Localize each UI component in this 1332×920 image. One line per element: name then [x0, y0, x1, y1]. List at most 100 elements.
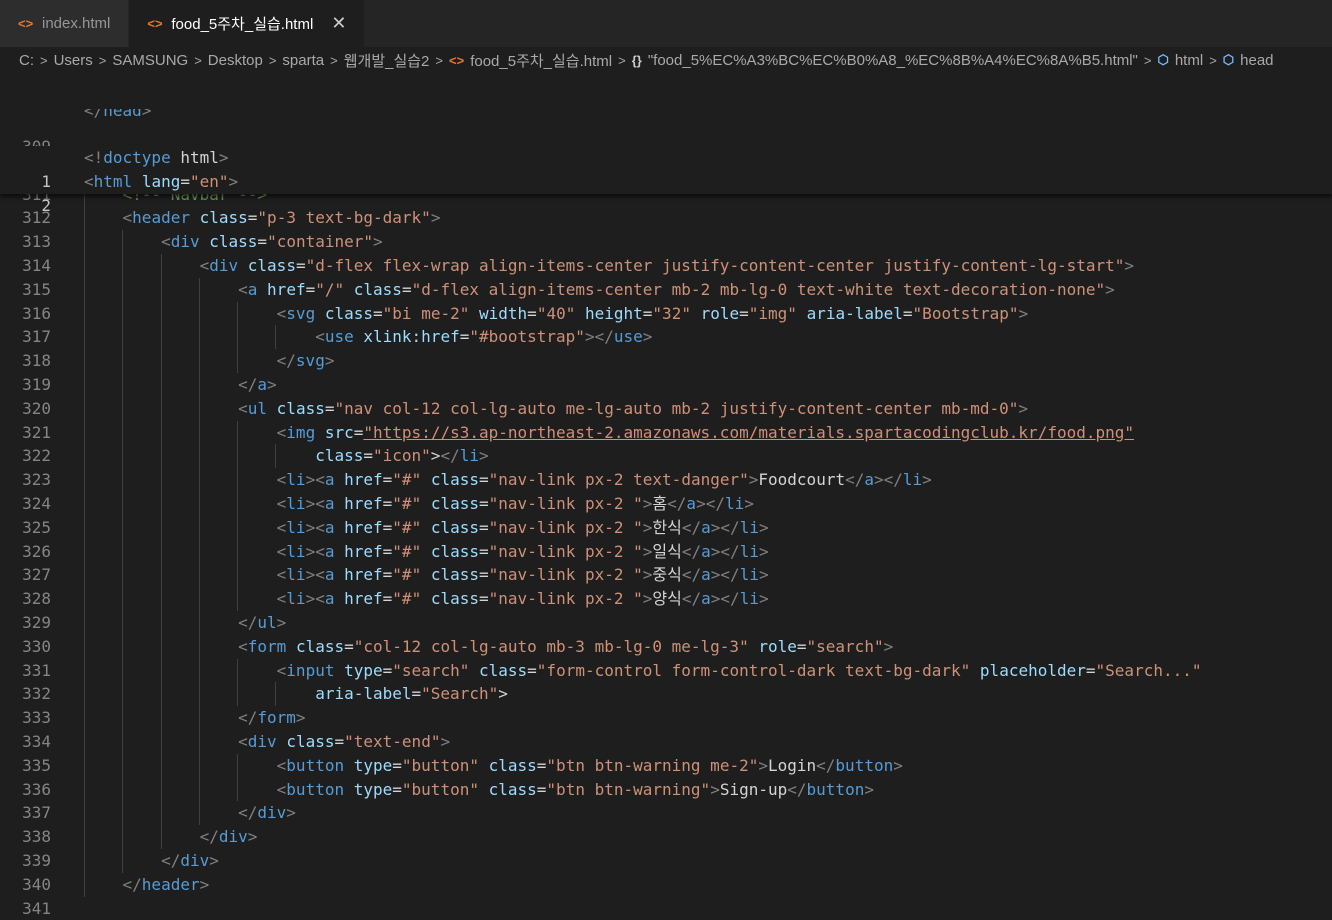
- line-number: 337: [22, 803, 51, 823]
- line-number: 329: [22, 612, 51, 632]
- code-text: <header class="p-3 text-bg-dark">: [122, 208, 441, 228]
- chevron-right-icon: >: [618, 52, 626, 68]
- code-line[interactable]: 328 <li><a href="#" class="nav-link px-2…: [0, 587, 1332, 611]
- breadcrumb-item-sparta[interactable]: sparta: [282, 52, 324, 69]
- line-number: 318: [22, 351, 51, 371]
- code-text: <a href="/" class="d-flex align-items-ce…: [238, 279, 1115, 299]
- code-line[interactable]: 334 <div class="text-end">: [0, 729, 1332, 754]
- code-line[interactable]: 323 <li><a href="#" class="nav-link px-2…: [0, 468, 1332, 492]
- code-line[interactable]: 336 <button type="button" class="btn btn…: [0, 777, 1332, 802]
- code-text: <input type="search" class="form-control…: [276, 660, 1202, 680]
- breadcrumb-item-head[interactable]: head: [1240, 52, 1273, 69]
- code-text: </a>: [238, 374, 277, 394]
- code-text: </head>: [84, 109, 152, 120]
- code-text: </div>: [161, 850, 219, 870]
- line-number: 339: [22, 850, 51, 870]
- close-icon[interactable]: ✕: [331, 13, 346, 34]
- chevron-right-icon: >: [435, 52, 443, 68]
- line-number: 327: [22, 565, 51, 585]
- chevron-right-icon: >: [194, 52, 202, 68]
- code-line[interactable]: 339 </div>: [0, 848, 1332, 873]
- code-line[interactable]: 322 class="icon"></li>: [0, 444, 1332, 469]
- code-line[interactable]: 338 </div>: [0, 825, 1332, 849]
- code-text: <form class="col-12 col-lg-auto mb-3 mb-…: [238, 636, 894, 656]
- line-number: 324: [22, 493, 51, 513]
- chevron-right-icon: >: [98, 52, 107, 68]
- code-line[interactable]: 337 </div>: [0, 801, 1332, 826]
- tab-food-html[interactable]: <> food_5주차_실습.html ✕: [129, 0, 366, 47]
- breadcrumb-item-users[interactable]: Users: [54, 52, 93, 69]
- code-text: </div>: [238, 803, 296, 823]
- code-text: </ul>: [238, 612, 287, 632]
- breadcrumb-item-file[interactable]: food_5주차_실습.html: [470, 50, 612, 71]
- code-text: </header>: [122, 874, 210, 894]
- breadcrumb-item-symbol[interactable]: "food_5%EC%A3%BC%EC%B0%A8_%EC%8B%A4%EC%8…: [648, 52, 1138, 69]
- chevron-right-icon: >: [268, 52, 277, 68]
- code-line[interactable]: 341: [0, 897, 1332, 920]
- html-file-icon: <>: [18, 16, 34, 31]
- sticky-line[interactable]: 2 <html lang="en">: [0, 170, 1332, 215]
- line-number: 334: [22, 731, 51, 751]
- code-line[interactable]: 329 </ul>: [0, 610, 1332, 635]
- chevron-right-icon: >: [40, 52, 48, 68]
- sticky-scroll-header[interactable]: 1 <!doctype html> 2 <html lang="en">: [0, 146, 1332, 215]
- code-line[interactable]: 330 <form class="col-12 col-lg-auto mb-3…: [0, 634, 1332, 659]
- code-text: <button type="button" class="btn btn-war…: [276, 779, 874, 799]
- code-lines[interactable]: 309310<body>311 <!-- Navbar -->312 <head…: [0, 135, 1332, 920]
- code-line[interactable]: 314 <div class="d-flex flex-wrap align-i…: [0, 253, 1332, 278]
- code-line[interactable]: 319 </a>: [0, 372, 1332, 397]
- code-text: <div class="d-flex flex-wrap align-items…: [199, 255, 1135, 275]
- code-line[interactable]: 313 <div class="container">: [0, 230, 1332, 254]
- code-text: <div class="container">: [161, 232, 383, 252]
- code-line[interactable]: 333 </form>: [0, 706, 1332, 730]
- code-text: <li><a href="#" class="nav-link px-2 ">중…: [276, 565, 769, 585]
- code-line[interactable]: 327 <li><a href="#" class="nav-link px-2…: [0, 563, 1332, 588]
- tab-index-html[interactable]: <> index.html: [0, 0, 130, 47]
- line-number: 325: [22, 517, 51, 537]
- braces-icon: {}: [631, 52, 642, 68]
- code-line[interactable]: 312 <header class="p-3 text-bg-dark">: [0, 206, 1332, 231]
- code-text: </div>: [199, 827, 258, 847]
- code-text: <div class="text-end">: [238, 731, 451, 751]
- partial-code-line: 308 </head>: [0, 109, 1332, 123]
- code-line[interactable]: 316 <svg class="bi me-2" width="40" heig…: [0, 301, 1332, 326]
- line-number: 333: [22, 708, 51, 728]
- code-line[interactable]: 321 <img src="https://s3.ap-northeast-2.…: [0, 420, 1332, 445]
- code-line[interactable]: 326 <li><a href="#" class="nav-link px-2…: [0, 539, 1332, 564]
- code-text: </svg>: [276, 351, 335, 371]
- code-line[interactable]: 332 aria-label="Search">: [0, 682, 1332, 707]
- code-line[interactable]: 335 <button type="button" class="btn btn…: [0, 753, 1332, 778]
- tab-label: index.html: [42, 15, 111, 32]
- code-text: <li><a href="#" class="nav-link px-2 ">홈…: [276, 493, 754, 513]
- code-line[interactable]: 331 <input type="search" class="form-con…: [0, 658, 1332, 683]
- line-number: 328: [22, 589, 51, 609]
- breadcrumb-item-folder[interactable]: 웹개발_실습2: [344, 50, 430, 71]
- chevron-right-icon: >: [1209, 52, 1217, 68]
- code-line[interactable]: 318 </svg>: [0, 349, 1332, 373]
- breadcrumb-item-samsung[interactable]: SAMSUNG: [112, 52, 188, 69]
- breadcrumb-item-html[interactable]: html: [1175, 52, 1203, 69]
- code-line[interactable]: 340 </header>: [0, 872, 1332, 897]
- breadcrumb: C: > Users > SAMSUNG > Desktop > sparta …: [0, 47, 1332, 73]
- code-text: <use xlink:href="#bootstrap"></use>: [315, 327, 653, 347]
- code-line[interactable]: 315 <a href="/" class="d-flex align-item…: [0, 277, 1332, 302]
- line-number: 332: [22, 684, 51, 704]
- code-line[interactable]: 325 <li><a href="#" class="nav-link px-2…: [0, 515, 1332, 540]
- sticky-line[interactable]: 1 <!doctype html>: [0, 146, 1332, 191]
- code-text: <img src="https://s3.ap-northeast-2.amaz…: [276, 422, 1135, 442]
- code-text: <ul class="nav col-12 col-lg-auto me-lg-…: [238, 398, 1029, 418]
- code-text: <button type="button" class="btn btn-war…: [276, 755, 903, 775]
- code-line[interactable]: 324 <li><a href="#" class="nav-link px-2…: [0, 491, 1332, 516]
- breadcrumb-item-drive[interactable]: C:: [19, 52, 34, 69]
- code-text: aria-label="Search">: [315, 684, 508, 704]
- line-number: 330: [22, 636, 51, 656]
- code-line[interactable]: 320 <ul class="nav col-12 col-lg-auto me…: [0, 396, 1332, 421]
- line-number: 326: [22, 541, 51, 561]
- line-number: 321: [22, 422, 51, 442]
- line-number: 338: [22, 827, 51, 847]
- tab-bar-empty-space: [365, 0, 1332, 47]
- code-text: <li><a href="#" class="nav-link px-2 tex…: [276, 470, 932, 490]
- code-text: <html lang="en">: [84, 171, 239, 191]
- breadcrumb-item-desktop[interactable]: Desktop: [208, 52, 263, 69]
- code-line[interactable]: 317 <use xlink:href="#bootstrap"></use>: [0, 325, 1332, 350]
